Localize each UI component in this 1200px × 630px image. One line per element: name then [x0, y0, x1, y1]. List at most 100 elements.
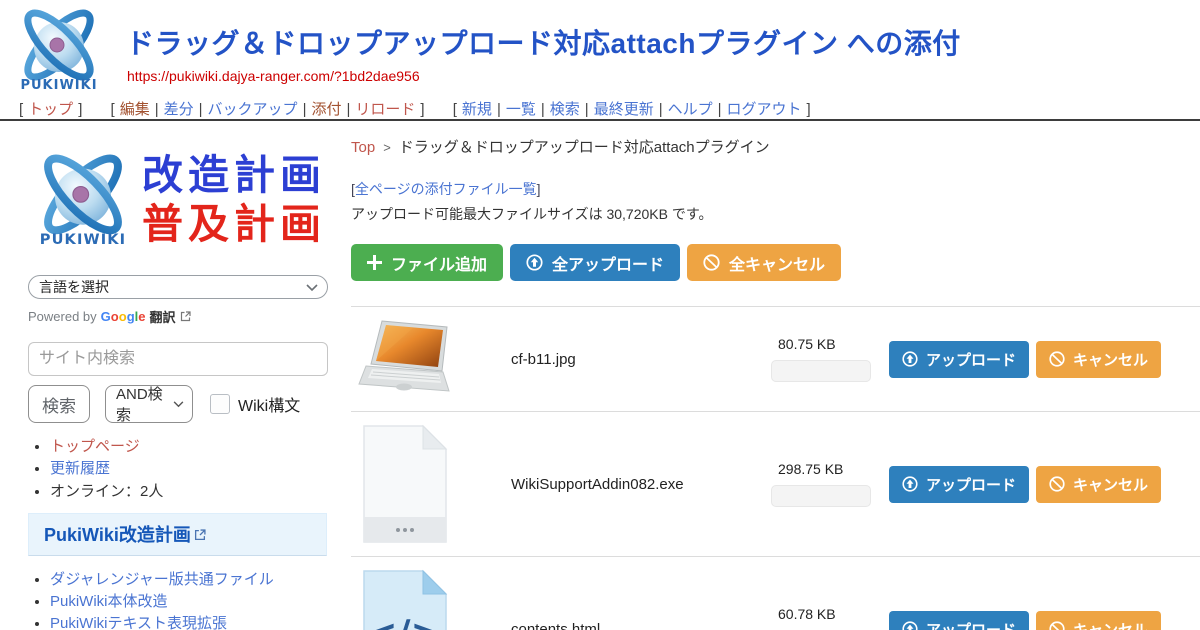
list-item: ダジャレンジャー版共通ファイル [50, 569, 329, 590]
list-item: PukiWiki本体改造 [50, 591, 329, 612]
nav-link-recent[interactable]: 最終更新 [594, 101, 654, 118]
sidebar-plugin-links: ダジャレンジャー版共通ファイル PukiWiki本体改造 PukiWikiテキス… [50, 569, 329, 630]
sidebar-banner-text: 改造計画 普及計画 [142, 151, 326, 249]
upload-button[interactable]: アップロード [889, 341, 1029, 378]
file-size: 298.75 KB [771, 461, 889, 477]
nav-link-diff[interactable]: 差分 [164, 101, 194, 118]
ban-icon [1049, 621, 1065, 630]
add-files-button[interactable]: ファイル追加 [351, 244, 503, 281]
sidebar-link-history[interactable]: 更新履歴 [50, 460, 110, 477]
search-mode-value: AND検索 [116, 383, 170, 425]
upload-all-button[interactable]: 全アップロード [510, 244, 680, 281]
file-name: WikiSupportAddin082.exe [511, 476, 771, 493]
arrow-circle-up-icon [526, 254, 543, 271]
online-count: オンライン：2人 [50, 483, 163, 500]
cancel-button[interactable]: キャンセル [1036, 611, 1161, 630]
breadcrumb-home-link[interactable]: Top [351, 139, 375, 156]
google-translate-credit: Powered by Google 翻訳 [28, 307, 329, 326]
cancel-button[interactable]: キャンセル [1036, 341, 1161, 378]
nav-link-help[interactable]: ヘルプ [668, 101, 713, 118]
chevron-down-icon [173, 401, 184, 408]
nav-link-list[interactable]: 一覧 [506, 101, 536, 118]
nav-group-site: [新規|一覧|検索|最終更新|ヘルプ|ログアウト] [448, 101, 816, 118]
upload-button[interactable]: アップロード [889, 611, 1029, 630]
nav-link-attach[interactable]: 添付 [311, 101, 341, 118]
external-link-icon [194, 529, 206, 541]
file-row: cf-b11.jpg 80.75 KB アップロード キャンセル [351, 306, 1200, 411]
language-select[interactable]: 言語を選択 [28, 275, 328, 299]
bulk-actions: ファイル追加 全アップロード 全キャンセル [351, 244, 1200, 281]
svg-text:</>: </> [367, 613, 440, 630]
nav-group-top: [トップ] [14, 101, 87, 118]
site-search-input[interactable] [28, 342, 328, 376]
file-size: 60.78 KB [771, 606, 889, 622]
file-row: </> contents.html 60.78 KB アップロード キャンセル [351, 556, 1200, 630]
pukiwiki-logo-icon[interactable]: PUKIWIKI [10, 5, 108, 95]
banner-line-kaizo: 改造計画 [142, 151, 326, 200]
list-item: 更新履歴 [50, 458, 329, 479]
google-logo: Google [101, 309, 146, 324]
search-button[interactable]: 検索 [28, 385, 90, 423]
upload-progress-bar [771, 485, 871, 507]
html-file-icon: </> [362, 569, 448, 630]
file-row: WikiSupportAddin082.exe 298.75 KB アップロード… [351, 411, 1200, 556]
page-header: PUKIWIKI ドラッグ＆ドロップアップロード対応attachプラグイン への… [0, 0, 1200, 96]
arrow-circle-up-icon [902, 621, 918, 630]
ban-icon [1049, 351, 1065, 367]
sidebar-link-common-files[interactable]: ダジャレンジャー版共通ファイル [50, 571, 274, 588]
sidebar-banner[interactable]: 改造計画 普及計画 [28, 149, 329, 251]
main-content: Top>ドラッグ＆ドロップアップロード対応attachプラグイン [全ページの添… [345, 121, 1200, 630]
plus-icon [367, 255, 382, 270]
breadcrumb: Top>ドラッグ＆ドロップアップロード対応attachプラグイン [351, 136, 1200, 157]
all-attachments-link[interactable]: 全ページの添付ファイル一覧 [355, 181, 537, 197]
laptop-photo-thumbnail [358, 319, 452, 399]
upload-file-list: cf-b11.jpg 80.75 KB アップロード キャンセル [351, 306, 1200, 630]
chevron-down-icon [306, 284, 318, 292]
wiki-syntax-label: Wiki構文 [238, 392, 300, 416]
file-name: contents.html [511, 621, 771, 630]
top-menubar: [トップ] [編集|差分|バックアップ|添付|リロード] [新規|一覧|検索|最… [0, 96, 1200, 121]
wiki-syntax-checkbox[interactable] [210, 394, 230, 414]
nav-link-search[interactable]: 検索 [550, 101, 580, 118]
page-url: https://pukiwiki.dajya-ranger.com/?1bd2d… [127, 68, 420, 84]
ban-icon [703, 254, 720, 271]
cancel-button[interactable]: キャンセル [1036, 466, 1161, 503]
translate-link[interactable]: 翻訳 [150, 307, 176, 326]
nav-link-reload[interactable]: リロード [355, 101, 415, 118]
upload-button[interactable]: アップロード [889, 466, 1029, 503]
nav-link-edit[interactable]: 編集 [120, 101, 150, 118]
max-upload-size-text: アップロード可能最大ファイルサイズは 30,720KB です。 [351, 204, 1200, 224]
external-link-icon [180, 311, 191, 322]
sidebar: 改造計画 普及計画 言語を選択 Powered by Google 翻訳 検索 … [0, 121, 345, 630]
sidebar-section-header[interactable]: PukiWiki改造計画 [28, 513, 327, 556]
breadcrumb-current: ドラッグ＆ドロップアップロード対応attachプラグイン [399, 139, 770, 156]
arrow-circle-up-icon [902, 351, 918, 367]
search-controls: 検索 AND検索 Wiki構文 [28, 385, 329, 423]
generic-file-icon [362, 424, 448, 544]
sidebar-quick-links: トップページ 更新履歴 オンライン：2人 [50, 436, 329, 502]
nav-link-logout[interactable]: ログアウト [727, 101, 802, 118]
file-size: 80.75 KB [771, 336, 889, 352]
banner-line-fukyu: 普及計画 [142, 200, 326, 249]
upload-progress-bar [771, 360, 871, 382]
sidebar-link-toppage[interactable]: トップページ [50, 438, 140, 455]
list-item: PukiWikiテキスト表現拡張 [50, 613, 329, 630]
cancel-all-button[interactable]: 全キャンセル [687, 244, 841, 281]
sidebar-link-core-mod[interactable]: PukiWiki本体改造 [50, 593, 168, 610]
pukiwiki-atom-icon [28, 149, 138, 251]
sidebar-link-text-ext[interactable]: PukiWikiテキスト表現拡張 [50, 615, 227, 630]
attach-list-line: [全ページの添付ファイル一覧] [351, 179, 1200, 199]
search-mode-select[interactable]: AND検索 [105, 385, 193, 423]
language-select-value: 言語を選択 [39, 277, 109, 297]
page-title: ドラッグ＆ドロップアップロード対応attachプラグイン への添付 [126, 22, 961, 62]
nav-link-top[interactable]: トップ [28, 101, 73, 118]
ban-icon [1049, 476, 1065, 492]
list-item: トップページ [50, 436, 329, 457]
sidebar-section-title: PukiWiki改造計画 [44, 525, 191, 545]
powered-by-text: Powered by [28, 309, 97, 324]
nav-group-page: [編集|差分|バックアップ|添付|リロード] [106, 101, 430, 118]
file-name: cf-b11.jpg [511, 351, 771, 368]
nav-link-backup[interactable]: バックアップ [208, 101, 298, 118]
list-item: オンライン：2人 [50, 481, 329, 502]
nav-link-new[interactable]: 新規 [462, 101, 492, 118]
